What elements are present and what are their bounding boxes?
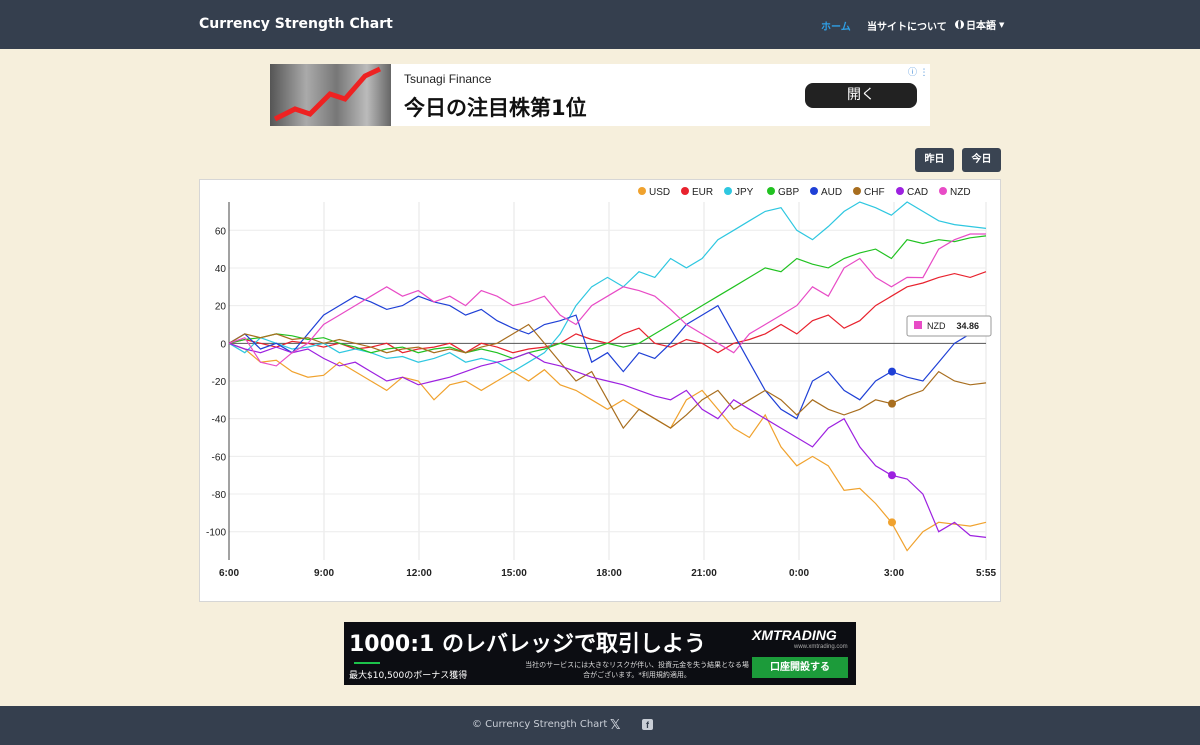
hover-point-cad: [888, 471, 896, 480]
legend-label-chf: CHF: [864, 187, 885, 198]
y-tick-label: -100: [206, 528, 226, 539]
x-tick-label: 12:00: [406, 568, 432, 579]
y-tick-label: 40: [215, 264, 227, 275]
legend-marker-gbp: [767, 187, 775, 195]
y-tick-label: 60: [215, 226, 227, 237]
x-tick-label: 0:00: [789, 568, 809, 579]
x-icon[interactable]: 𝕏: [610, 717, 620, 733]
xmtrading-url: www.xmtrading.com: [794, 644, 848, 650]
ad-chart-image: [270, 64, 391, 126]
tooltip-marker: [914, 321, 922, 329]
y-tick-label: -40: [212, 415, 227, 426]
y-tick-label: -80: [212, 490, 227, 501]
legend-label-cad: CAD: [907, 187, 928, 198]
legend-marker-jpy: [724, 187, 732, 195]
series-line-jpy: [228, 201, 987, 373]
globe-icon: [955, 20, 964, 29]
today-button[interactable]: 今日: [962, 148, 1001, 172]
series-line-chf: [228, 323, 987, 430]
series-line-usd: [228, 342, 987, 552]
facebook-icon[interactable]: f: [642, 719, 653, 730]
legend-label-aud: AUD: [821, 187, 842, 198]
legend-label-nzd: NZD: [950, 187, 971, 198]
caret-down-icon: ▼: [999, 20, 1005, 29]
legend-label-eur: EUR: [692, 187, 713, 198]
legend-label-usd: USD: [649, 187, 670, 198]
tooltip-series: NZD: [927, 321, 946, 331]
hover-point-aud: [888, 367, 896, 376]
series-line-cad: [228, 342, 987, 538]
ad-headline: 今日の注目株第1位: [404, 96, 587, 120]
footer: © Currency Strength Chart 𝕏 f: [0, 706, 1200, 745]
currency-strength-chart: 60 40 20 0 -20 -40 -60 -80 -100 6:00 9:00 12:00 15:0…: [199, 179, 1001, 602]
footer-copyright: © Currency Strength Chart: [472, 719, 608, 730]
site-brand[interactable]: Currency Strength Chart: [199, 16, 393, 32]
top-ad-banner[interactable]: Tsunagi Finance 今日の注目株第1位 開く ⓘ ⋮: [270, 64, 930, 126]
series-line-nzd: [228, 233, 986, 367]
legend-label-gbp: GBP: [778, 187, 799, 198]
y-tick-label: 20: [215, 302, 227, 313]
chart-svg: 60 40 20 0 -20 -40 -60 -80 -100 6:00 9:00 12:00 15:0…: [206, 187, 996, 579]
yesterday-button[interactable]: 昨日: [915, 148, 954, 172]
nav-about-link[interactable]: 当サイトについて: [867, 18, 947, 33]
legend-marker-chf: [853, 187, 861, 195]
ad-bonus-text: 最大$10,500のボーナス獲得: [349, 671, 468, 681]
open-account-button[interactable]: 口座開設する: [752, 657, 848, 678]
x-tick-label: 18:00: [596, 568, 622, 579]
hover-point-usd: [888, 518, 896, 527]
legend-marker-aud: [810, 187, 818, 195]
legend-marker-usd: [638, 187, 646, 195]
x-tick-label: 21:00: [691, 568, 717, 579]
ad-leverage-headline: 1000:1 のレバレッジで取引しよう: [349, 632, 706, 657]
x-tick-label: 6:00: [219, 568, 239, 579]
info-icon[interactable]: ⓘ ⋮: [908, 65, 929, 78]
x-tick-label: 3:00: [884, 568, 904, 579]
ad-accent-line: [354, 662, 380, 664]
x-tick-label: 5:55: [976, 568, 996, 579]
legend-marker-nzd: [939, 187, 947, 195]
language-dropdown[interactable]: 日本語 ▼: [955, 17, 1004, 32]
bottom-ad-banner[interactable]: 1000:1 のレバレッジで取引しよう 最大$10,500のボーナス獲得 XMT…: [344, 622, 856, 685]
ad-risk-note: 当社のサービスには大きなリスクが伴い、投資元金を失う結果となる場合がございます。…: [525, 661, 749, 679]
x-tick-label: 15:00: [501, 568, 527, 579]
ad-open-button[interactable]: 開く: [805, 83, 917, 108]
y-tick-label: -20: [212, 377, 227, 388]
tooltip-value: 34.86: [956, 321, 979, 331]
language-label: 日本語: [966, 21, 996, 32]
legend-marker-eur: [681, 187, 689, 195]
ad-brand: Tsunagi Finance: [404, 72, 492, 86]
x-tick-label: 9:00: [314, 568, 334, 579]
hover-point-chf: [888, 399, 896, 408]
y-tick-label: -60: [212, 452, 227, 463]
y-tick-label: 0: [220, 339, 226, 350]
nav-home-link[interactable]: ホーム: [821, 18, 851, 33]
legend-marker-cad: [896, 187, 904, 195]
navbar: Currency Strength Chart ホーム 当サイトについて 日本語…: [0, 0, 1200, 49]
legend-label-jpy: JPY: [735, 187, 754, 198]
xmtrading-logo: XMTRADING: [752, 627, 837, 643]
